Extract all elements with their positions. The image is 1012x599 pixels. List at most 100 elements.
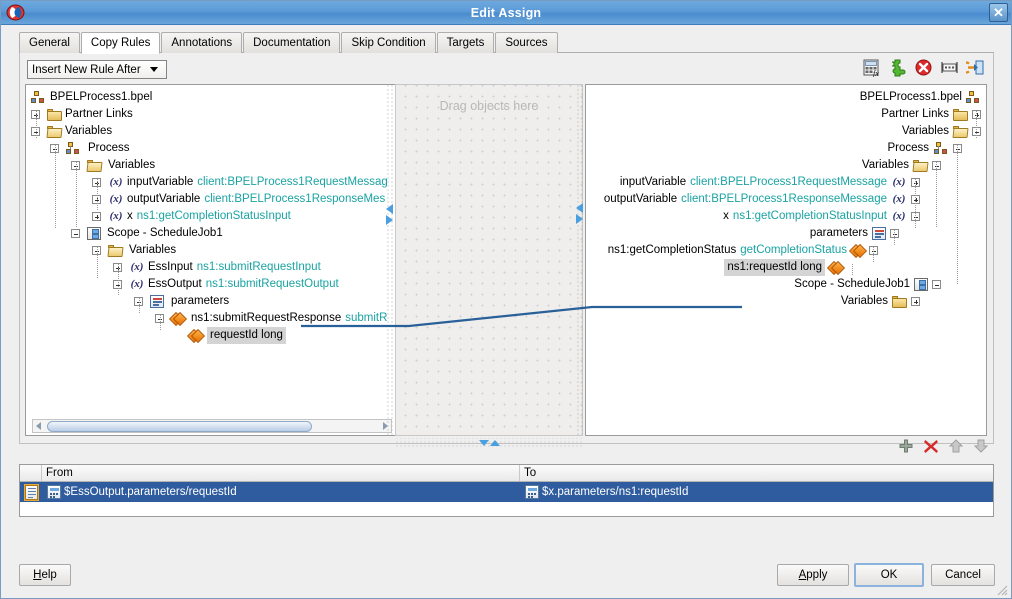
tree-row[interactable]: BPELProcess1.bpel (860, 89, 981, 106)
drop-zone[interactable]: Drag objects here (395, 84, 583, 436)
insert-rule-combo[interactable]: Insert New Rule After (27, 60, 167, 79)
tab-targets[interactable]: Targets (436, 32, 495, 53)
expander-icon[interactable] (92, 212, 101, 221)
tree-row[interactable]: Variables (862, 157, 941, 174)
folder-open-icon (912, 159, 929, 172)
tree-row-label: Process (88, 142, 130, 154)
tab-bar: General Copy Rules Annotations Documenta… (19, 32, 994, 54)
tree-row[interactable]: Scope - ScheduleJob1 (794, 276, 941, 293)
cancel-button[interactable]: Cancel (931, 564, 995, 586)
ignore-missing-icon[interactable] (940, 58, 959, 77)
delete-icon[interactable] (914, 58, 933, 77)
tree-row[interactable]: Variables (841, 293, 920, 310)
tree-row-label: Partner Links (881, 108, 949, 120)
tab-sources[interactable]: Sources (495, 32, 558, 53)
tab-annotations[interactable]: Annotations (161, 32, 243, 53)
tab-skip-condition[interactable]: Skip Condition (341, 32, 436, 53)
tree-row[interactable]: Scope - ScheduleJob1 (71, 225, 223, 242)
tree-row[interactable]: ns1:getCompletionStatus getCompletionSta… (608, 242, 878, 259)
tree-row-label: EssInput (148, 261, 193, 273)
copy-rules-table[interactable]: From To $EssOutput.parameters/requestId … (19, 464, 994, 517)
tree-row-selected[interactable]: ns1:requestId long (724, 259, 857, 276)
tab-general[interactable]: General (19, 32, 80, 53)
chevron-down-icon[interactable] (478, 440, 489, 446)
xpath-source-icon (47, 485, 61, 499)
tree-row[interactable]: Variables (92, 242, 176, 259)
folder-open-icon (952, 125, 969, 138)
tree-row-selected[interactable]: requestId long (176, 327, 286, 344)
tree-row[interactable]: ns1:submitRequestResponse submitR (155, 310, 387, 327)
tree-row[interactable]: Variables (71, 157, 155, 174)
apply-button[interactable]: Apply (777, 564, 849, 586)
help-button[interactable]: Help (19, 564, 71, 586)
tree-row-label: x (723, 210, 729, 222)
tree-row[interactable]: inputVariable client:BPELProcess1Request… (620, 174, 920, 191)
tree-row[interactable]: (x) EssOutput ns1:submitRequestOutput (113, 276, 339, 293)
folder-open-icon (46, 125, 63, 138)
tree-row[interactable]: Process (50, 140, 130, 157)
tree-row[interactable]: (x) EssInput ns1:submitRequestInput (113, 259, 321, 276)
xpath-expression-icon[interactable]: fx (862, 58, 881, 78)
tree-row[interactable]: Partner Links (31, 106, 133, 123)
tree-row-label: ns1:getCompletionStatus (607, 244, 737, 256)
tree-row[interactable]: x ns1:getCompletionStatusInput (x) (723, 208, 920, 225)
tree-row[interactable]: parameters (810, 225, 899, 242)
expander-icon[interactable] (932, 280, 941, 289)
tree-row[interactable]: (x) outputVariable client:BPELProcess1Re… (92, 191, 385, 208)
tree-row-label: Variables (108, 159, 156, 171)
tree-row-type: submitR (345, 312, 388, 324)
move-up-icon[interactable] (948, 438, 964, 454)
scroll-left-icon[interactable] (36, 422, 41, 430)
tree-row-label: ns1:requestId long (724, 259, 825, 276)
parameters-icon (872, 227, 886, 240)
table-row[interactable]: $EssOutput.parameters/requestId $x.param… (20, 482, 993, 502)
tab-documentation[interactable]: Documentation (243, 32, 341, 53)
svg-text:fx: fx (873, 69, 879, 77)
insert-rule-icon[interactable] (959, 58, 985, 77)
tree-row-type: client:BPELProcess1ResponseMes (204, 193, 386, 205)
tree-row[interactable]: Partner Links (881, 106, 981, 123)
expander-icon[interactable] (911, 297, 920, 306)
move-down-icon[interactable] (973, 438, 989, 454)
scrollbar-thumb[interactable] (47, 420, 312, 432)
tree-row[interactable]: Variables (31, 123, 112, 140)
ok-button[interactable]: OK (854, 563, 924, 587)
tree-row[interactable]: Process (887, 140, 962, 157)
table-cell-from[interactable]: $EssOutput.parameters/requestId (42, 482, 520, 502)
tree-row-type: client:BPELProcess1RequestMessag (197, 176, 388, 188)
tree-row[interactable]: BPELProcess1.bpel (31, 89, 152, 106)
drop-zone-resize-handle[interactable] (395, 438, 583, 448)
variable-icon: (x) (109, 193, 123, 205)
table-header-from[interactable]: From (42, 465, 520, 481)
horizontal-scrollbar[interactable] (32, 419, 392, 433)
copy-rules-toolbar: fx (862, 58, 985, 80)
table-header-to[interactable]: To (520, 465, 993, 481)
apply-button-label: pply (806, 569, 828, 581)
chevron-up-icon[interactable] (489, 440, 500, 446)
tree-row-type: getCompletionStatus (740, 244, 847, 256)
variable-icon: (x) (109, 210, 123, 222)
add-function-icon[interactable] (888, 58, 907, 77)
bpel-process-icon (31, 91, 46, 104)
tree-row[interactable]: outputVariable client:BPELProcess1Respon… (604, 191, 920, 208)
add-rule-icon[interactable] (898, 438, 914, 454)
tree-row[interactable]: Variables (902, 123, 981, 140)
element-icon (829, 262, 843, 274)
tree-row-type: ns1:submitRequestInput (196, 261, 321, 273)
delete-rule-icon[interactable] (923, 438, 939, 454)
expander-icon[interactable] (71, 229, 80, 238)
folder-icon (892, 295, 907, 308)
chevron-down-icon (150, 67, 158, 72)
right-link-gutter[interactable] (576, 84, 585, 436)
table-cell-to[interactable]: $x.parameters/ns1:requestId (520, 482, 993, 502)
source-tree-panel[interactable]: BPELProcess1.bpel Partner Links Variable… (25, 84, 397, 436)
tree-row[interactable]: (x) inputVariable client:BPELProcess1Req… (92, 174, 388, 191)
target-tree-panel[interactable]: BPELProcess1.bpel Partner Links Variable… (585, 84, 987, 436)
tree-row[interactable]: (x) x ns1:getCompletionStatusInput (92, 208, 291, 225)
tree-row[interactable]: parameters (134, 293, 229, 310)
left-link-gutter[interactable] (386, 84, 395, 436)
tab-copy-rules[interactable]: Copy Rules (80, 32, 161, 54)
table-cell-to-text: $x.parameters/ns1:requestId (542, 486, 689, 498)
resize-grip-icon[interactable] (996, 584, 1008, 596)
close-icon[interactable]: ✕ (989, 3, 1008, 22)
